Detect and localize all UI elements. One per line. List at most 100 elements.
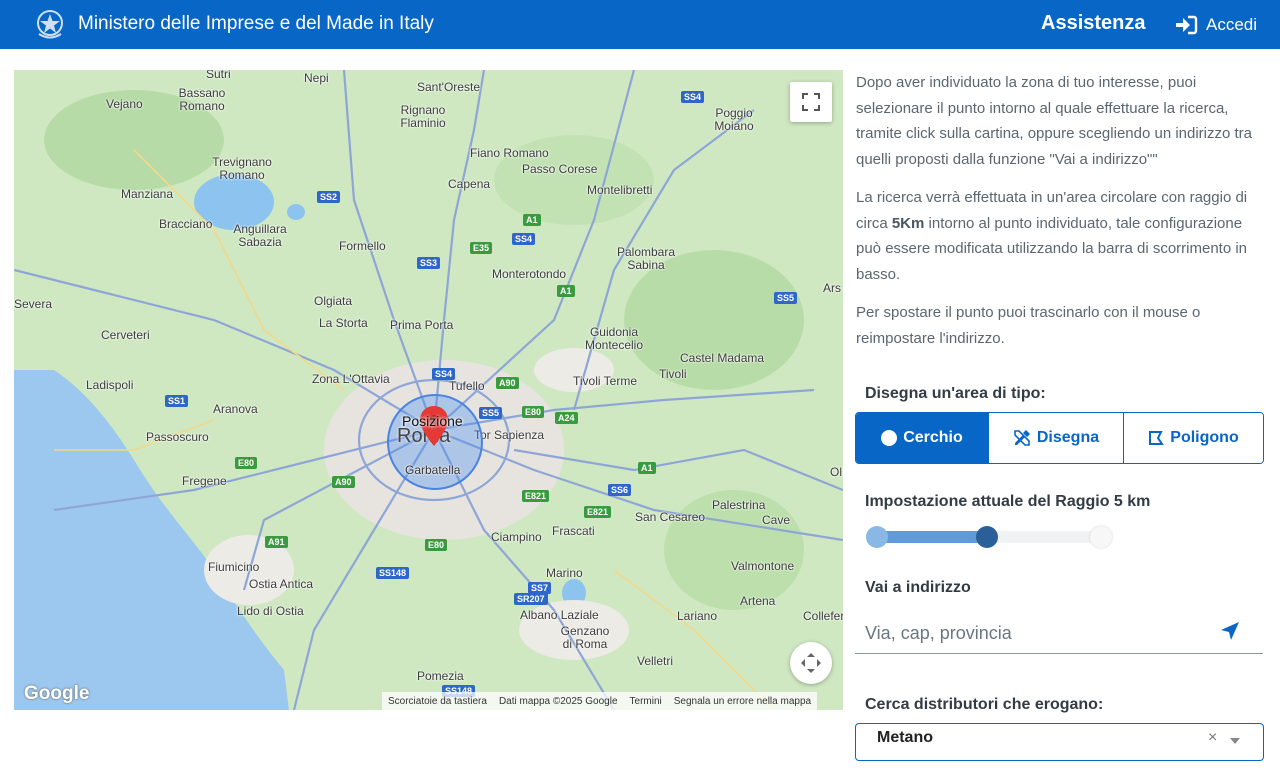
place-label: Ars — [823, 281, 841, 295]
place-label: Tor Sapienza — [474, 428, 545, 442]
place-label: Genzano di Roma — [560, 624, 610, 651]
place-label: Nepi — [304, 71, 329, 85]
fullscreen-button[interactable] — [790, 82, 832, 122]
fuel-select[interactable]: Metano × — [855, 723, 1264, 761]
road-badge: SS148 — [376, 567, 410, 579]
place-label: Bassano Romano — [178, 86, 226, 113]
place-label: Artena — [740, 594, 776, 608]
chevron-down-icon[interactable] — [1230, 738, 1240, 744]
place-label: Tufello — [449, 379, 485, 393]
place-label: Ol — [830, 465, 842, 479]
radius-highlight: 5Km — [891, 214, 925, 232]
place-label: Velletri — [637, 654, 674, 668]
locate-button[interactable] — [1214, 617, 1246, 645]
place-label: Fiano Romano — [470, 146, 549, 160]
road-badge: SS4 — [512, 233, 536, 245]
draw-area-label: Disegna un'area di tipo: — [865, 385, 1046, 402]
road-badge: SR207 — [514, 593, 548, 605]
road-badge: E821 — [522, 490, 550, 502]
keyboard-shortcuts-link[interactable]: Scorciatoie da tastiera — [388, 696, 487, 707]
place-label: Ostia Antica — [249, 577, 314, 591]
place-label: Valmontone — [731, 559, 795, 573]
place-label: Tivoli — [659, 367, 687, 381]
road-badge: E80 — [522, 406, 545, 418]
place-label: Anguillara Sabazia — [233, 222, 287, 249]
login-button[interactable]: Accedi — [1174, 13, 1257, 37]
clear-selection-button[interactable]: × — [1208, 729, 1217, 747]
slider-max-knob — [1090, 526, 1112, 548]
marker-label: Posizione — [402, 413, 463, 429]
road-badge: A91 — [265, 536, 288, 548]
place-label: Cave — [762, 513, 791, 527]
fuel-label: Cerca distributori che erogano: — [865, 696, 1104, 713]
instructions-panel: Dopo aver individuato la zona di tuo int… — [856, 70, 1266, 351]
place-label: Poggio Moiano — [714, 106, 754, 133]
slider-handle[interactable] — [976, 526, 998, 548]
place-label: La Storta — [319, 316, 368, 330]
map-attribution: Scorciatoie da tastiera Dati mappa ©2025… — [382, 692, 818, 710]
road-badge: SS2 — [317, 191, 341, 203]
road-badge: SS4 — [681, 91, 705, 103]
place-label: Sant'Oreste — [417, 80, 480, 94]
road-badge: A1 — [638, 462, 656, 474]
place-label: Garbatella — [405, 463, 461, 477]
move-arrows-icon — [801, 653, 821, 673]
place-label: Zona L'Ottavia — [312, 372, 390, 386]
place-label: Monterotondo — [492, 267, 567, 281]
radius-label: Impostazione attuale del Raggio 5 km — [865, 493, 1151, 510]
place-label: Formello — [339, 239, 386, 253]
app-header: Ministero delle Imprese e del Made in It… — [0, 0, 1280, 49]
sign-in-icon — [1176, 15, 1198, 35]
place-label: Cerveteri — [101, 328, 150, 342]
road-badge: E821 — [584, 506, 612, 518]
place-label: Guidonia Montecelio — [584, 325, 644, 352]
road-badge: A90 — [332, 476, 355, 488]
polygon-shape-button[interactable]: Poligono — [1124, 413, 1263, 463]
draw-shape-button[interactable]: Disegna — [989, 413, 1124, 463]
road-badge: SS5 — [479, 407, 503, 419]
road-badge: SS5 — [774, 292, 798, 304]
terms-link[interactable]: Termini — [630, 696, 662, 707]
assistance-link[interactable]: Assistenza — [1041, 12, 1146, 35]
address-input[interactable] — [855, 613, 1263, 654]
location-arrow-icon — [1221, 622, 1239, 640]
pan-control-button[interactable] — [790, 642, 832, 684]
place-label: Tivoli Terme — [573, 374, 638, 388]
road-badge: SS6 — [608, 484, 632, 496]
place-label: Lido di Ostia — [237, 604, 304, 618]
place-label: Passo Corese — [522, 162, 598, 176]
slider-min-knob — [866, 526, 888, 548]
instructions-paragraph-3: Per spostare il punto puoi trascinarlo c… — [856, 304, 1201, 347]
fuel-selected-value: Metano — [877, 729, 933, 746]
polygon-icon — [1149, 431, 1165, 445]
login-label: Accedi — [1206, 15, 1258, 34]
place-label: Palestrina — [712, 498, 766, 512]
slider-fill — [872, 531, 987, 543]
place-label: Castel Madama — [680, 351, 765, 365]
place-label: Fregene — [182, 474, 227, 488]
place-label: Rignano Flaminio — [400, 103, 446, 130]
place-label: Severa — [14, 297, 53, 311]
road-badge: SS1 — [165, 395, 189, 407]
report-error-link[interactable]: Segnala un errore nella mappa — [674, 696, 811, 707]
radius-slider[interactable] — [866, 526, 1112, 548]
road-badge: A90 — [496, 377, 519, 389]
instructions-paragraph-2: La ricerca verrà effettuata in un'area c… — [856, 185, 1266, 287]
area-shape-selector: Cerchio Disegna Poligono — [855, 412, 1264, 464]
circle-shape-button[interactable]: Cerchio — [856, 413, 989, 463]
place-label: Prima Porta — [390, 318, 454, 332]
draw-tools-icon — [1014, 430, 1030, 446]
place-label: Ladispoli — [86, 378, 134, 392]
place-label: Passoscuro — [146, 430, 209, 444]
road-badge: E80 — [425, 539, 448, 551]
instructions-paragraph-1: Dopo aver individuato la zona di tuo int… — [856, 74, 1253, 168]
place-label: Frascati — [552, 524, 595, 538]
place-label: Albano Laziale — [520, 608, 599, 622]
place-label: Trevignano Romano — [212, 155, 272, 182]
ministry-title[interactable]: Ministero delle Imprese e del Made in It… — [78, 13, 434, 35]
map-canvas[interactable]: Sutri Nepi Sant'Oreste Vejano Bassano Ro… — [14, 70, 843, 710]
place-label: Lariano — [677, 609, 718, 623]
road-badge: A1 — [557, 285, 575, 297]
place-label: Bracciano — [159, 217, 213, 231]
republic-emblem-icon — [37, 10, 63, 39]
